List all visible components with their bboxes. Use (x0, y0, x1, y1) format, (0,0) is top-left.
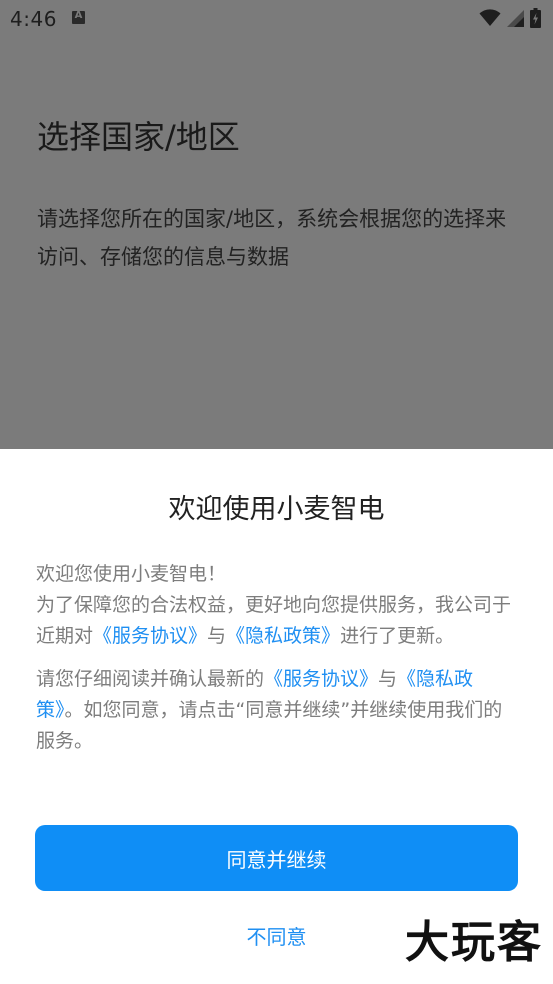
service-agreement-link[interactable]: 《服务协议》 (93, 625, 207, 647)
dialog-text: 请您仔细阅读并确认最新的 (36, 668, 265, 690)
privacy-policy-link[interactable]: 《隐私政策》 (226, 625, 340, 647)
page-description: 请选择您所在的国家/地区，系统会根据您的选择来访问、存储您的信息与数据 (37, 207, 507, 269)
dialog-text: 与 (207, 625, 227, 647)
dialog-paragraph-2: 请您仔细阅读并确认最新的《服务协议》与《隐私政策》。如您同意，请点击“同意并继续… (36, 664, 520, 757)
signal-icon (507, 9, 524, 27)
dialog-text: 与 (378, 668, 398, 690)
status-bar: 4:46 (0, 0, 553, 37)
status-icons (479, 8, 541, 28)
dialog-text: 。如您同意，请点击“同意并继续”并继续使用我们的服务。 (36, 699, 503, 752)
dialog-paragraph-1: 欢迎您使用小麦智电！ 为了保障您的合法权益，更好地向您提供服务，我公司于近期对《… (36, 559, 520, 652)
notification-a-icon (72, 10, 85, 24)
agree-continue-button[interactable]: 同意并继续 (35, 825, 518, 891)
watermark-logo: 大玩客 (405, 917, 543, 968)
dialog-greeting: 欢迎您使用小麦智电！ (36, 563, 227, 585)
page-title: 选择国家/地区 (37, 118, 240, 156)
dialog-text: 进行了更新。 (340, 625, 455, 647)
wifi-icon (479, 9, 501, 26)
service-agreement-link[interactable]: 《服务协议》 (264, 668, 378, 690)
consent-dialog: 欢迎使用小麦智电 欢迎您使用小麦智电！ 为了保障您的合法权益，更好地向您提供服务… (0, 449, 553, 984)
status-time: 4:46 (10, 7, 57, 31)
battery-charging-icon (530, 8, 541, 28)
dialog-title: 欢迎使用小麦智电 (168, 494, 385, 525)
dialog-body: 欢迎您使用小麦智电！ 为了保障您的合法权益，更好地向您提供服务，我公司于近期对《… (36, 559, 520, 757)
